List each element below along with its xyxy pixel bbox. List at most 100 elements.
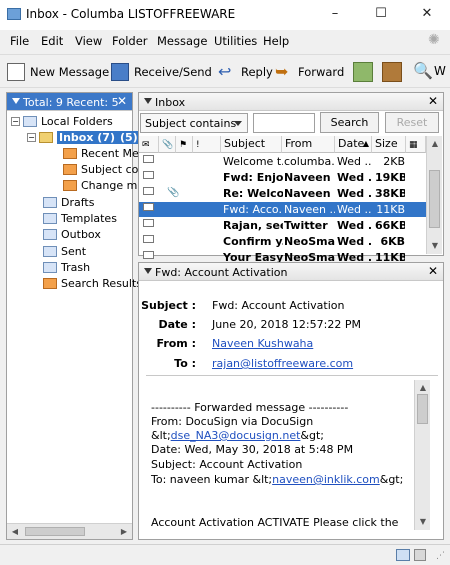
receive-send-button[interactable]: Receive/Send: [111, 60, 212, 84]
header-divider: [146, 375, 438, 376]
scroll-down-icon[interactable]: ▼: [415, 514, 431, 530]
folder-templates[interactable]: Templates: [43, 210, 117, 226]
expand-icon[interactable]: −: [11, 116, 20, 126]
col-attachment-icon[interactable]: 📎: [159, 136, 176, 153]
scroll-right-icon[interactable]: ▶: [116, 524, 132, 540]
reader-vscrollbar[interactable]: ▲ ▼: [414, 380, 430, 530]
col-size[interactable]: Size: [372, 136, 406, 153]
search-toolbar-icon[interactable]: 🔍: [413, 61, 433, 80]
folder-hscrollbar[interactable]: ◀ ▶: [7, 523, 132, 539]
drafts-folder-icon: [43, 196, 57, 208]
scroll-thumb[interactable]: [417, 394, 428, 424]
collapse-icon[interactable]: [144, 268, 152, 274]
menu-edit[interactable]: Edit: [41, 34, 63, 48]
col-flag-icon[interactable]: ⚑: [176, 136, 193, 153]
date-label: Date :: [158, 318, 196, 331]
collapse-icon[interactable]: [144, 98, 152, 104]
envelope-icon: [143, 155, 154, 163]
folder-subject[interactable]: Subject co: [63, 161, 138, 177]
search-button[interactable]: Search: [320, 112, 379, 133]
body-line-5: Subject: Account Activation: [151, 458, 303, 471]
col-from[interactable]: From: [282, 136, 335, 153]
folder-drafts[interactable]: Drafts: [43, 194, 94, 210]
filter-select-value: Subject contains: [145, 117, 237, 130]
reply-button[interactable]: ↩ Reply: [218, 60, 273, 84]
reply-icon: ↩: [218, 62, 232, 81]
message-subject: Fwd: Acco...: [223, 203, 283, 216]
receive-send-label: Receive/Send: [134, 65, 212, 79]
close-icon[interactable]: ✕: [117, 94, 127, 108]
menu-help[interactable]: Help: [263, 34, 289, 48]
col-date[interactable]: Date ▲: [335, 136, 372, 153]
message-from: Naveen ...: [284, 187, 335, 200]
address-book-icon[interactable]: [353, 62, 373, 82]
menu-utilities[interactable]: Utilities: [214, 34, 257, 48]
local-folders-item[interactable]: − Local Folders: [11, 113, 113, 129]
maximize-button[interactable]: ☐: [358, 0, 404, 30]
minimize-button[interactable]: –: [312, 0, 358, 30]
naveen-email-link[interactable]: naveen@inklik.com: [272, 473, 380, 486]
close-icon[interactable]: ✕: [428, 94, 438, 108]
folder-recent[interactable]: Recent Me: [63, 145, 139, 161]
message-from: columba...: [284, 155, 335, 168]
search-input[interactable]: [253, 113, 315, 133]
message-row[interactable]: Fwd: Acco... Naveen ... Wed ... 11KB: [139, 202, 426, 217]
search-folder-icon: [43, 277, 57, 289]
folder-change[interactable]: Change m: [63, 177, 137, 193]
inbox-item[interactable]: − Inbox (7) (5): [27, 129, 138, 145]
folder-search-results[interactable]: Search Results: [43, 275, 142, 291]
docusign-email-link[interactable]: dse_NA3@docusign.net: [171, 429, 301, 442]
filter-select[interactable]: Subject contains: [140, 113, 248, 133]
collapse-icon[interactable]: [12, 98, 20, 104]
col-subject[interactable]: Subject: [221, 136, 282, 153]
folder-sent[interactable]: Sent: [43, 243, 86, 259]
reply-label: Reply: [241, 65, 273, 79]
scroll-thumb[interactable]: [429, 170, 440, 228]
chevron-down-icon: [234, 121, 242, 126]
col-status-icon[interactable]: ✉: [139, 136, 159, 153]
message-row[interactable]: Welcome t...columba...Wed ... 2KB: [139, 154, 426, 169]
close-icon[interactable]: ✕: [428, 264, 438, 278]
to-link[interactable]: rajan@listoffreeware.com: [212, 357, 353, 370]
message-row[interactable]: Fwd: Enjo...Naveen ...Wed ...19KB: [139, 170, 426, 185]
folder-trash[interactable]: Trash: [43, 259, 90, 275]
trash-folder-icon: [43, 261, 57, 273]
menu-file[interactable]: File: [10, 34, 29, 48]
message-row[interactable]: 📎 Re: Welco...Naveen ...Wed ...38KB: [139, 186, 426, 201]
forward-label: Forward: [298, 65, 345, 79]
scroll-left-icon[interactable]: ◀: [7, 524, 23, 540]
menu-message[interactable]: Message: [157, 34, 207, 48]
message-list-vscrollbar[interactable]: ▲ ▼: [426, 136, 442, 254]
scroll-up-icon[interactable]: ▲: [427, 136, 443, 152]
folder-total-label: Total: 9 Recent: 5: [23, 96, 119, 109]
message-size: 19KB: [375, 171, 405, 184]
message-row[interactable]: Rajan, see...Twitter Wed ...66KB: [139, 218, 426, 233]
toolbar-overflow-label: W: [434, 64, 446, 78]
envelope-icon: [143, 171, 154, 179]
body-line-2: From: DocuSign via DocuSign: [151, 415, 314, 428]
expand-icon[interactable]: −: [27, 132, 36, 142]
col-chooser-icon[interactable]: ▦: [406, 136, 426, 153]
scroll-thumb[interactable]: [25, 527, 85, 536]
message-row[interactable]: Confirm y...NeoSma...Wed ... 6KB: [139, 234, 426, 249]
menu-folder[interactable]: Folder: [112, 34, 148, 48]
col-priority-icon[interactable]: !: [193, 136, 221, 153]
folder-outbox[interactable]: Outbox: [43, 226, 101, 242]
message-size: 6KB: [380, 235, 405, 248]
scroll-down-icon[interactable]: ▼: [427, 238, 443, 254]
menu-view[interactable]: View: [75, 34, 102, 48]
trash-toolbar-icon[interactable]: [382, 62, 402, 82]
from-link[interactable]: Naveen Kushwaha: [212, 337, 313, 350]
message-subject: Confirm y...: [223, 235, 283, 248]
connection-icon: [414, 549, 426, 561]
close-window-button[interactable]: ✕: [404, 0, 450, 30]
folder-label: Templates: [61, 211, 117, 225]
resize-grip-icon[interactable]: ⋰: [436, 551, 445, 561]
reset-button[interactable]: Reset: [385, 112, 439, 133]
new-message-button[interactable]: New Message: [7, 60, 109, 84]
forward-button[interactable]: ➥ Forward: [275, 60, 344, 84]
mail-app-icon: [7, 8, 21, 20]
date-value: June 20, 2018 12:57:22 PM: [212, 318, 361, 331]
body-line-6-suffix: &gt;: [379, 473, 404, 486]
folder-label: Change m: [81, 178, 138, 192]
